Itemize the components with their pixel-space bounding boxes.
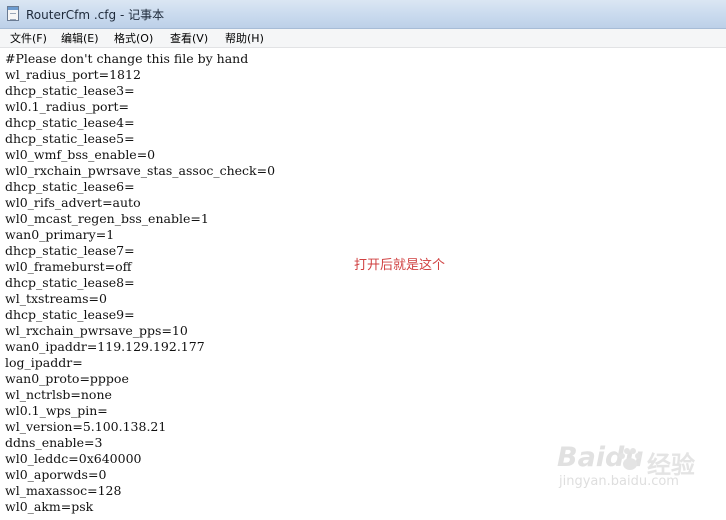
- text-line: wl0_rifs_advert=auto: [5, 195, 141, 210]
- text-line: wl0_frameburst=off: [5, 259, 132, 274]
- menu-view[interactable]: 查看(V): [170, 30, 208, 46]
- menu-edit[interactable]: 编辑(E): [61, 30, 99, 46]
- menu-help[interactable]: 帮助(H): [225, 30, 264, 46]
- text-line: dhcp_static_lease7=: [5, 243, 135, 258]
- text-line: dhcp_static_lease6=: [5, 179, 135, 194]
- menu-bar: 文件(F) 编辑(E) 格式(O) 查看(V) 帮助(H): [0, 29, 726, 48]
- text-line: wl_maxassoc=128: [5, 483, 122, 498]
- window-title: RouterCfm .cfg - 记事本: [26, 8, 165, 22]
- text-line: wl_version=5.100.138.21: [5, 419, 167, 434]
- menu-file[interactable]: 文件(F): [10, 30, 47, 46]
- text-line: wan0_ipaddr=119.129.192.177: [5, 339, 205, 354]
- text-line: wl0_aporwds=0: [5, 467, 107, 482]
- text-line: wan0_primary=1: [5, 227, 115, 242]
- text-line: wan0_proto=pppoe: [5, 371, 129, 386]
- notepad-icon: [7, 6, 19, 21]
- text-line: wl0.1_radius_port=: [5, 99, 129, 114]
- text-line: dhcp_static_lease5=: [5, 131, 135, 146]
- text-line: wl0_akm=psk: [5, 499, 94, 514]
- text-line: log_ipaddr=: [5, 355, 83, 370]
- text-line: dhcp_static_lease3=: [5, 83, 135, 98]
- text-line: ddns_enable=3: [5, 435, 103, 450]
- text-line: wl_rxchain_pwrsave_pps=10: [5, 323, 188, 338]
- paw-icon: [619, 448, 641, 470]
- text-line: #Please don't change this file by hand: [5, 51, 249, 66]
- watermark-site: jingyan.baidu.com: [559, 474, 679, 489]
- title-bar: RouterCfm .cfg - 记事本: [0, 0, 726, 29]
- text-line: wl_radius_port=1812: [5, 67, 141, 82]
- text-line: dhcp_static_lease9=: [5, 307, 135, 322]
- text-line: wl0_wmf_bss_enable=0: [5, 147, 156, 162]
- text-line: wl0_leddc=0x640000: [5, 451, 142, 466]
- text-line: wl0_mcast_regen_bss_enable=1: [5, 211, 209, 226]
- menu-format[interactable]: 格式(O): [114, 30, 153, 46]
- text-line: wl0_rxchain_pwrsave_stas_assoc_check=0: [5, 163, 276, 178]
- text-line: wl_txstreams=0: [5, 291, 107, 306]
- text-line: wl_nctrlsb=none: [5, 387, 112, 402]
- text-line: wl0.1_wps_pin=: [5, 403, 108, 418]
- text-line: dhcp_static_lease4=: [5, 115, 135, 130]
- annotation-note: 打开后就是这个: [354, 258, 446, 273]
- text-line: dhcp_static_lease8=: [5, 275, 135, 290]
- baidu-jingyan-watermark: Baidu 经验 jingyan.baidu.com: [557, 442, 717, 507]
